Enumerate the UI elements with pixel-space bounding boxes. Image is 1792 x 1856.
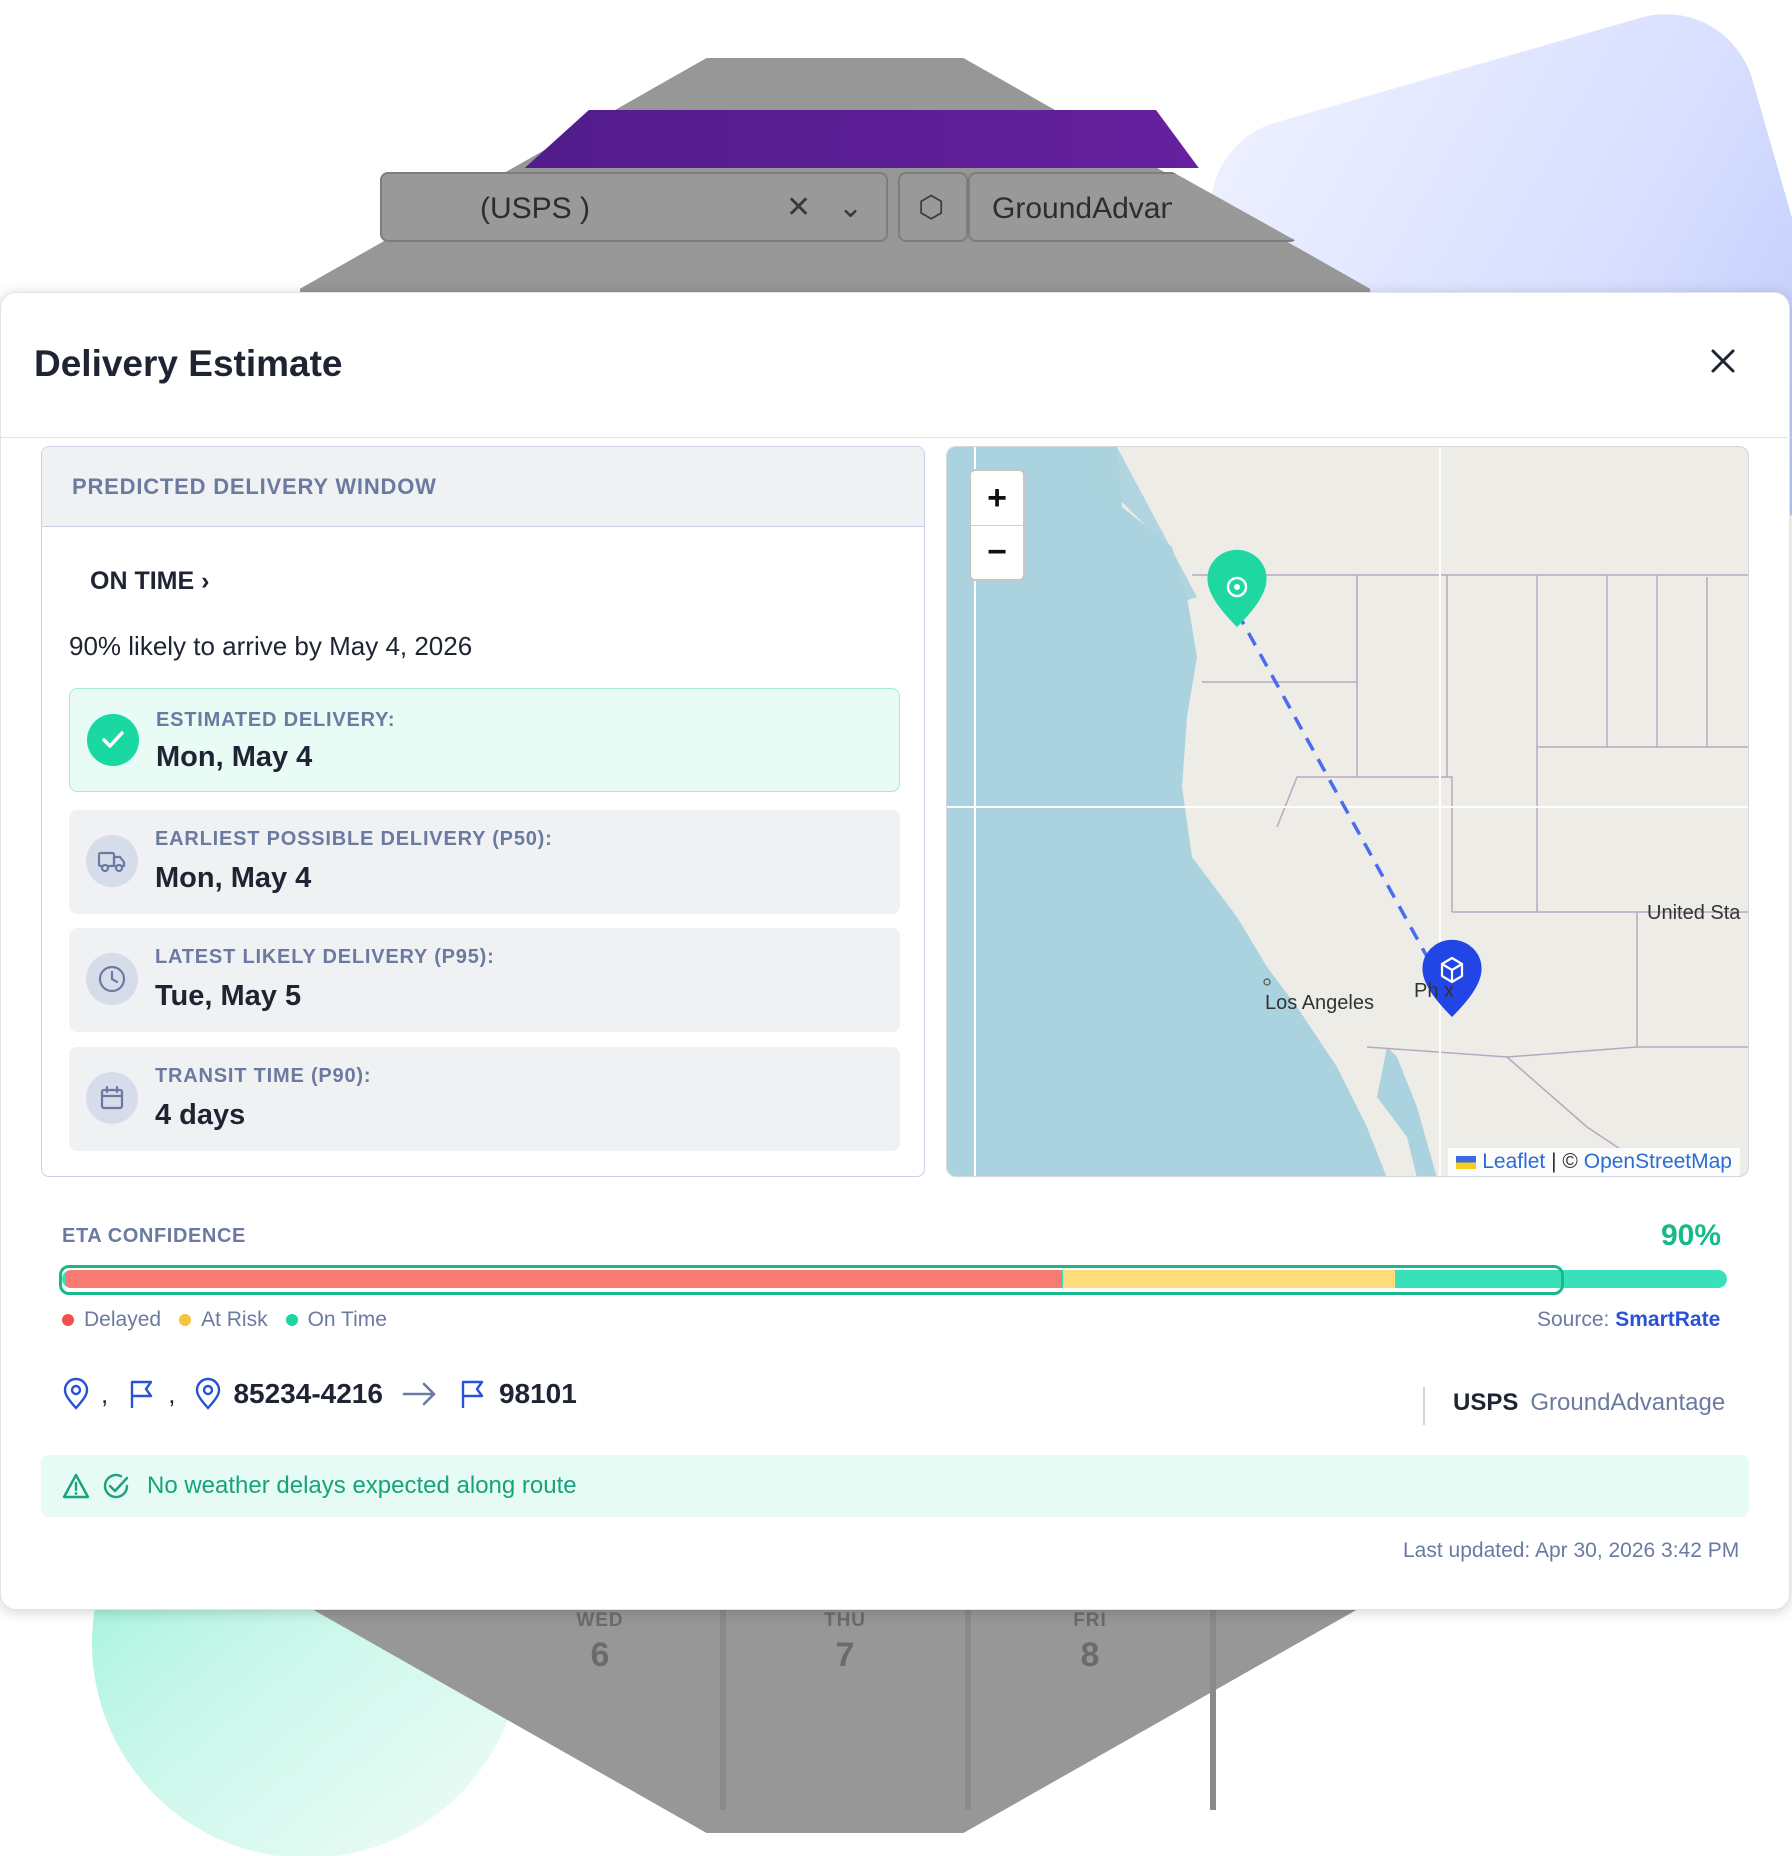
zoom-control: + − <box>969 469 1025 581</box>
calendar-day-label: FRI <box>1073 1610 1107 1631</box>
calendar-day-number: 6 <box>590 1636 610 1674</box>
check-circle-icon <box>103 1473 129 1499</box>
calendar-day-label: THU <box>823 1610 867 1631</box>
source-value[interactable]: SmartRate <box>1615 1308 1720 1331</box>
confidence-bar-fill-outline <box>59 1265 1564 1295</box>
carrier-divider <box>1423 1387 1425 1425</box>
background-calendar-day: FRI 8 <box>970 1610 1210 1810</box>
truck-icon <box>86 835 138 887</box>
close-button[interactable] <box>1701 339 1745 383</box>
latest-delivery-row: LATEST LIKELY DELIVERY (P95): Tue, May 5 <box>69 928 900 1032</box>
map-attribution: Leaflet | © OpenStreetMap <box>1448 1148 1740 1176</box>
carrier-service: GroundAdvantage <box>1530 1389 1726 1416</box>
header-divider <box>1 437 1791 438</box>
background-calendar-day: THU 7 <box>725 1610 965 1810</box>
background-carrier-text: (USPS ) <box>480 192 591 225</box>
predicted-delivery-card: PREDICTED DELIVERY WINDOW ON TIME › 90% … <box>41 446 925 1177</box>
background-package-icon: ⬡ <box>918 191 945 224</box>
likelihood-text: 90% likely to arrive by May 4, 2026 <box>69 631 473 661</box>
warning-icon <box>62 1473 90 1499</box>
row-value: Tue, May 5 <box>155 980 302 1012</box>
delivery-estimate-modal: Delivery Estimate PREDICTED DELIVERY WIN… <box>0 292 1791 1610</box>
flag-icon <box>131 1380 153 1408</box>
modal-title: Delivery Estimate <box>34 343 343 384</box>
map-tiles <box>947 447 1748 1176</box>
carrier-info: USPS GroundAdvantage <box>1453 1389 1725 1417</box>
carrier-name: USPS <box>1453 1389 1519 1416</box>
row-label: ESTIMATED DELIVERY: <box>156 709 396 731</box>
map-label-phoenix: Ph x <box>1414 980 1455 1002</box>
legend-label: At Risk <box>201 1308 268 1331</box>
confidence-source: Source: SmartRate <box>1537 1308 1720 1332</box>
location-pin-icon <box>63 1377 89 1410</box>
ukraine-flag-icon <box>1456 1155 1477 1169</box>
source-label: Source: <box>1537 1308 1610 1331</box>
legend-label: Delayed <box>84 1308 162 1331</box>
check-icon <box>87 714 139 766</box>
route-summary: , , 85234-4216 98101 <box>61 1373 577 1415</box>
row-value: Mon, May 4 <box>156 741 313 773</box>
background-service-text: GroundAdvantage <box>992 192 1172 225</box>
legend-item-at-risk: At Risk <box>179 1308 268 1332</box>
close-icon <box>1711 349 1735 373</box>
row-value: 4 days <box>155 1099 246 1131</box>
legend-dot <box>179 1314 192 1326</box>
row-label: EARLIEST POSSIBLE DELIVERY (P50): <box>155 828 553 850</box>
on-time-status-link[interactable]: ON TIME › <box>90 567 209 596</box>
zoom-in-button[interactable]: + <box>971 471 1023 525</box>
attribution-separator: | © <box>1551 1150 1578 1173</box>
eta-confidence-percent: 90% <box>1661 1219 1722 1252</box>
background-carrier-select <box>380 172 888 242</box>
origin-zip: 85234-4216 <box>233 1378 383 1409</box>
route-map[interactable]: Los Angeles Ph x United Sta + − Leaflet … <box>946 446 1749 1177</box>
map-label-country: United Sta <box>1647 902 1741 924</box>
route-separator: , <box>168 1378 176 1409</box>
background-chevron-icon: ⌄ <box>838 191 864 224</box>
transit-time-row: TRANSIT TIME (P90): 4 days <box>69 1047 900 1151</box>
osm-link[interactable]: OpenStreetMap <box>1584 1150 1732 1173</box>
row-value: Mon, May 4 <box>155 862 312 894</box>
row-label: TRANSIT TIME (P90): <box>155 1065 372 1087</box>
weather-banner: No weather delays expected along route <box>41 1455 1749 1517</box>
legend-item-on-time: On Time <box>285 1308 387 1332</box>
stage: (USPS ) ✕ ⌄ ⬡ GroundAdvantage WED 6 THU … <box>0 0 1792 1856</box>
legend-item-delayed: Delayed <box>62 1308 161 1332</box>
background-purple-header <box>524 110 1199 168</box>
eta-confidence-label: ETA CONFIDENCE <box>62 1225 246 1247</box>
legend-dot <box>62 1314 74 1326</box>
origin-marker[interactable] <box>1207 549 1267 627</box>
location-pin-icon <box>196 1377 221 1410</box>
background-calendar-divider <box>1210 1610 1216 1810</box>
calendar-icon <box>86 1072 138 1124</box>
row-label: LATEST LIKELY DELIVERY (P95): <box>155 946 495 968</box>
zoom-out-button[interactable]: − <box>971 525 1023 579</box>
clock-icon <box>86 953 138 1005</box>
weather-text: No weather delays expected along route <box>147 1472 577 1499</box>
legend-label: On Time <box>307 1308 387 1331</box>
estimated-delivery-row: ESTIMATED DELIVERY: Mon, May 4 <box>69 688 900 792</box>
calendar-day-label: WED <box>576 1610 624 1631</box>
background-calendar-day: WED 6 <box>480 1610 720 1810</box>
calendar-day-number: 7 <box>835 1636 855 1674</box>
last-updated: Last updated: Apr 30, 2026 3:42 PM <box>1403 1539 1740 1562</box>
legend-dot <box>285 1314 298 1326</box>
background-clear-icon: ✕ <box>786 191 812 224</box>
flag-icon <box>461 1380 484 1408</box>
leaflet-link[interactable]: Leaflet <box>1482 1150 1545 1173</box>
confidence-legend: Delayed At Risk On Time <box>62 1308 387 1332</box>
calendar-day-number: 8 <box>1080 1636 1100 1674</box>
arrow-right-icon <box>402 1382 436 1406</box>
earliest-delivery-row: EARLIEST POSSIBLE DELIVERY (P50): Mon, M… <box>69 810 900 914</box>
card-header: PREDICTED DELIVERY WINDOW <box>42 447 924 527</box>
destination-zip: 98101 <box>498 1378 577 1409</box>
map-label-los-angeles: Los Angeles <box>1265 992 1374 1014</box>
destination-marker[interactable] <box>1422 939 1482 1017</box>
route-separator: , <box>101 1378 109 1409</box>
